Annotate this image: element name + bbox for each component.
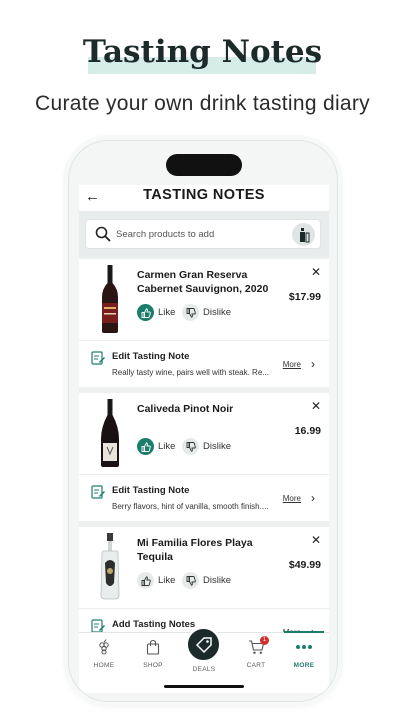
- like-button[interactable]: Like: [137, 304, 175, 321]
- nav-shop-label: SHOP: [143, 662, 163, 669]
- thumbs-up-icon: [137, 438, 154, 455]
- note-text: Berry flavors, hint of vanilla, smooth f…: [112, 502, 269, 511]
- more-link[interactable]: More: [283, 360, 301, 369]
- edit-note-icon: [91, 351, 105, 365]
- tasting-note-row[interactable]: Edit Tasting Note Really tasty wine, pai…: [79, 341, 329, 387]
- nav-cart[interactable]: 1 CART: [234, 636, 278, 669]
- dislike-label: Dislike: [203, 441, 231, 452]
- search-box[interactable]: [85, 219, 321, 249]
- product-row[interactable]: Carmen Gran Reserva Cabernet Sauvignon, …: [79, 259, 329, 341]
- cart-count-badge: 1: [260, 636, 269, 645]
- thumbs-down-icon: [182, 304, 199, 321]
- like-label: Like: [158, 575, 176, 586]
- search-input[interactable]: [116, 226, 284, 243]
- like-button[interactable]: Like: [137, 572, 175, 589]
- home-indicator: [164, 685, 244, 688]
- phone-side-button: [63, 272, 66, 312]
- product-card: Carmen Gran Reserva Cabernet Sauvignon, …: [79, 259, 329, 387]
- deals-button[interactable]: [186, 627, 221, 662]
- page-title: TASTING NOTES: [143, 187, 265, 203]
- phone-side-button: [63, 235, 66, 257]
- tequila-bottle-image: [100, 533, 120, 600]
- nav-more[interactable]: MORE: [282, 631, 326, 669]
- wine-bottle-image: [101, 399, 119, 467]
- promo-subtitle: Curate your own drink tasting diary: [35, 92, 370, 115]
- thumbs-up-icon: [137, 304, 154, 321]
- nav-deals-label: DEALS: [192, 666, 216, 673]
- phone-frame: ← TASTING NOTES Search products to add C…: [68, 140, 338, 702]
- nav-cart-label: CART: [246, 662, 266, 669]
- more-dots-icon: [296, 645, 312, 649]
- nav-home-label: HOME: [93, 662, 115, 669]
- more-link[interactable]: More: [283, 494, 301, 503]
- phone-side-button: [339, 300, 342, 355]
- nav-home[interactable]: HOME: [82, 639, 126, 669]
- close-icon[interactable]: ✕: [311, 533, 321, 547]
- dislike-button[interactable]: Dislike: [182, 304, 231, 321]
- grapes-icon: [99, 639, 109, 655]
- tag-icon: [195, 636, 212, 653]
- dislike-button[interactable]: Dislike: [182, 438, 231, 455]
- phone-notch: [166, 154, 242, 176]
- nav-shop[interactable]: SHOP: [131, 639, 175, 669]
- add-note-link[interactable]: Add Tasting Notes: [112, 619, 195, 630]
- search-icon: [95, 226, 111, 242]
- like-label: Like: [158, 441, 176, 452]
- tasting-note-row[interactable]: Edit Tasting Note Berry flavors, hint of…: [79, 475, 329, 521]
- bottle-scan-icon[interactable]: [292, 223, 315, 246]
- thumbs-up-icon: [137, 572, 154, 589]
- product-price: $17.99: [288, 291, 321, 303]
- like-button[interactable]: Like: [137, 438, 175, 455]
- thumbs-down-icon: [182, 572, 199, 589]
- edit-note-icon: [91, 619, 105, 633]
- like-label: Like: [158, 307, 176, 318]
- edit-note-link[interactable]: Edit Tasting Note: [112, 485, 189, 496]
- edit-note-link[interactable]: Edit Tasting Note: [112, 351, 189, 362]
- top-bar: ← TASTING NOTES: [79, 185, 329, 211]
- product-price: $49.99: [288, 559, 321, 571]
- thumbs-down-icon: [182, 438, 199, 455]
- chevron-right-icon[interactable]: ›: [311, 357, 315, 371]
- promo-title: Tasting Notes: [82, 34, 323, 70]
- product-row[interactable]: Mi Familia Flores Playa Tequila ✕ $49.99…: [79, 527, 329, 609]
- nav-more-label: MORE: [293, 662, 315, 669]
- product-card: Caliveda Pinot Noir ✕ 16.99 Like Dislike: [79, 393, 329, 521]
- chevron-right-icon[interactable]: ›: [311, 491, 315, 505]
- dislike-label: Dislike: [203, 307, 231, 318]
- close-icon[interactable]: ✕: [311, 399, 321, 413]
- close-icon[interactable]: ✕: [311, 265, 321, 279]
- wine-bottle-image: [102, 265, 118, 333]
- note-text: Really tasty wine, pairs well with steak…: [112, 368, 269, 377]
- shopping-bag-icon: [146, 639, 160, 655]
- product-name: Mi Familia Flores Playa Tequila: [137, 537, 253, 563]
- product-name: Carmen Gran Reserva Cabernet Sauvignon, …: [137, 269, 269, 295]
- product-row[interactable]: Caliveda Pinot Noir ✕ 16.99 Like Dislike: [79, 393, 329, 475]
- product-name: Caliveda Pinot Noir: [137, 403, 234, 415]
- edit-note-icon: [91, 485, 105, 499]
- product-price: 16.99: [294, 425, 321, 437]
- search-area: [79, 211, 329, 257]
- dislike-label: Dislike: [203, 575, 231, 586]
- dislike-button[interactable]: Dislike: [182, 572, 231, 589]
- bottom-nav: HOME SHOP DEALS 1 CART MORE: [79, 627, 329, 693]
- app-screen: ← TASTING NOTES Search products to add C…: [79, 185, 329, 693]
